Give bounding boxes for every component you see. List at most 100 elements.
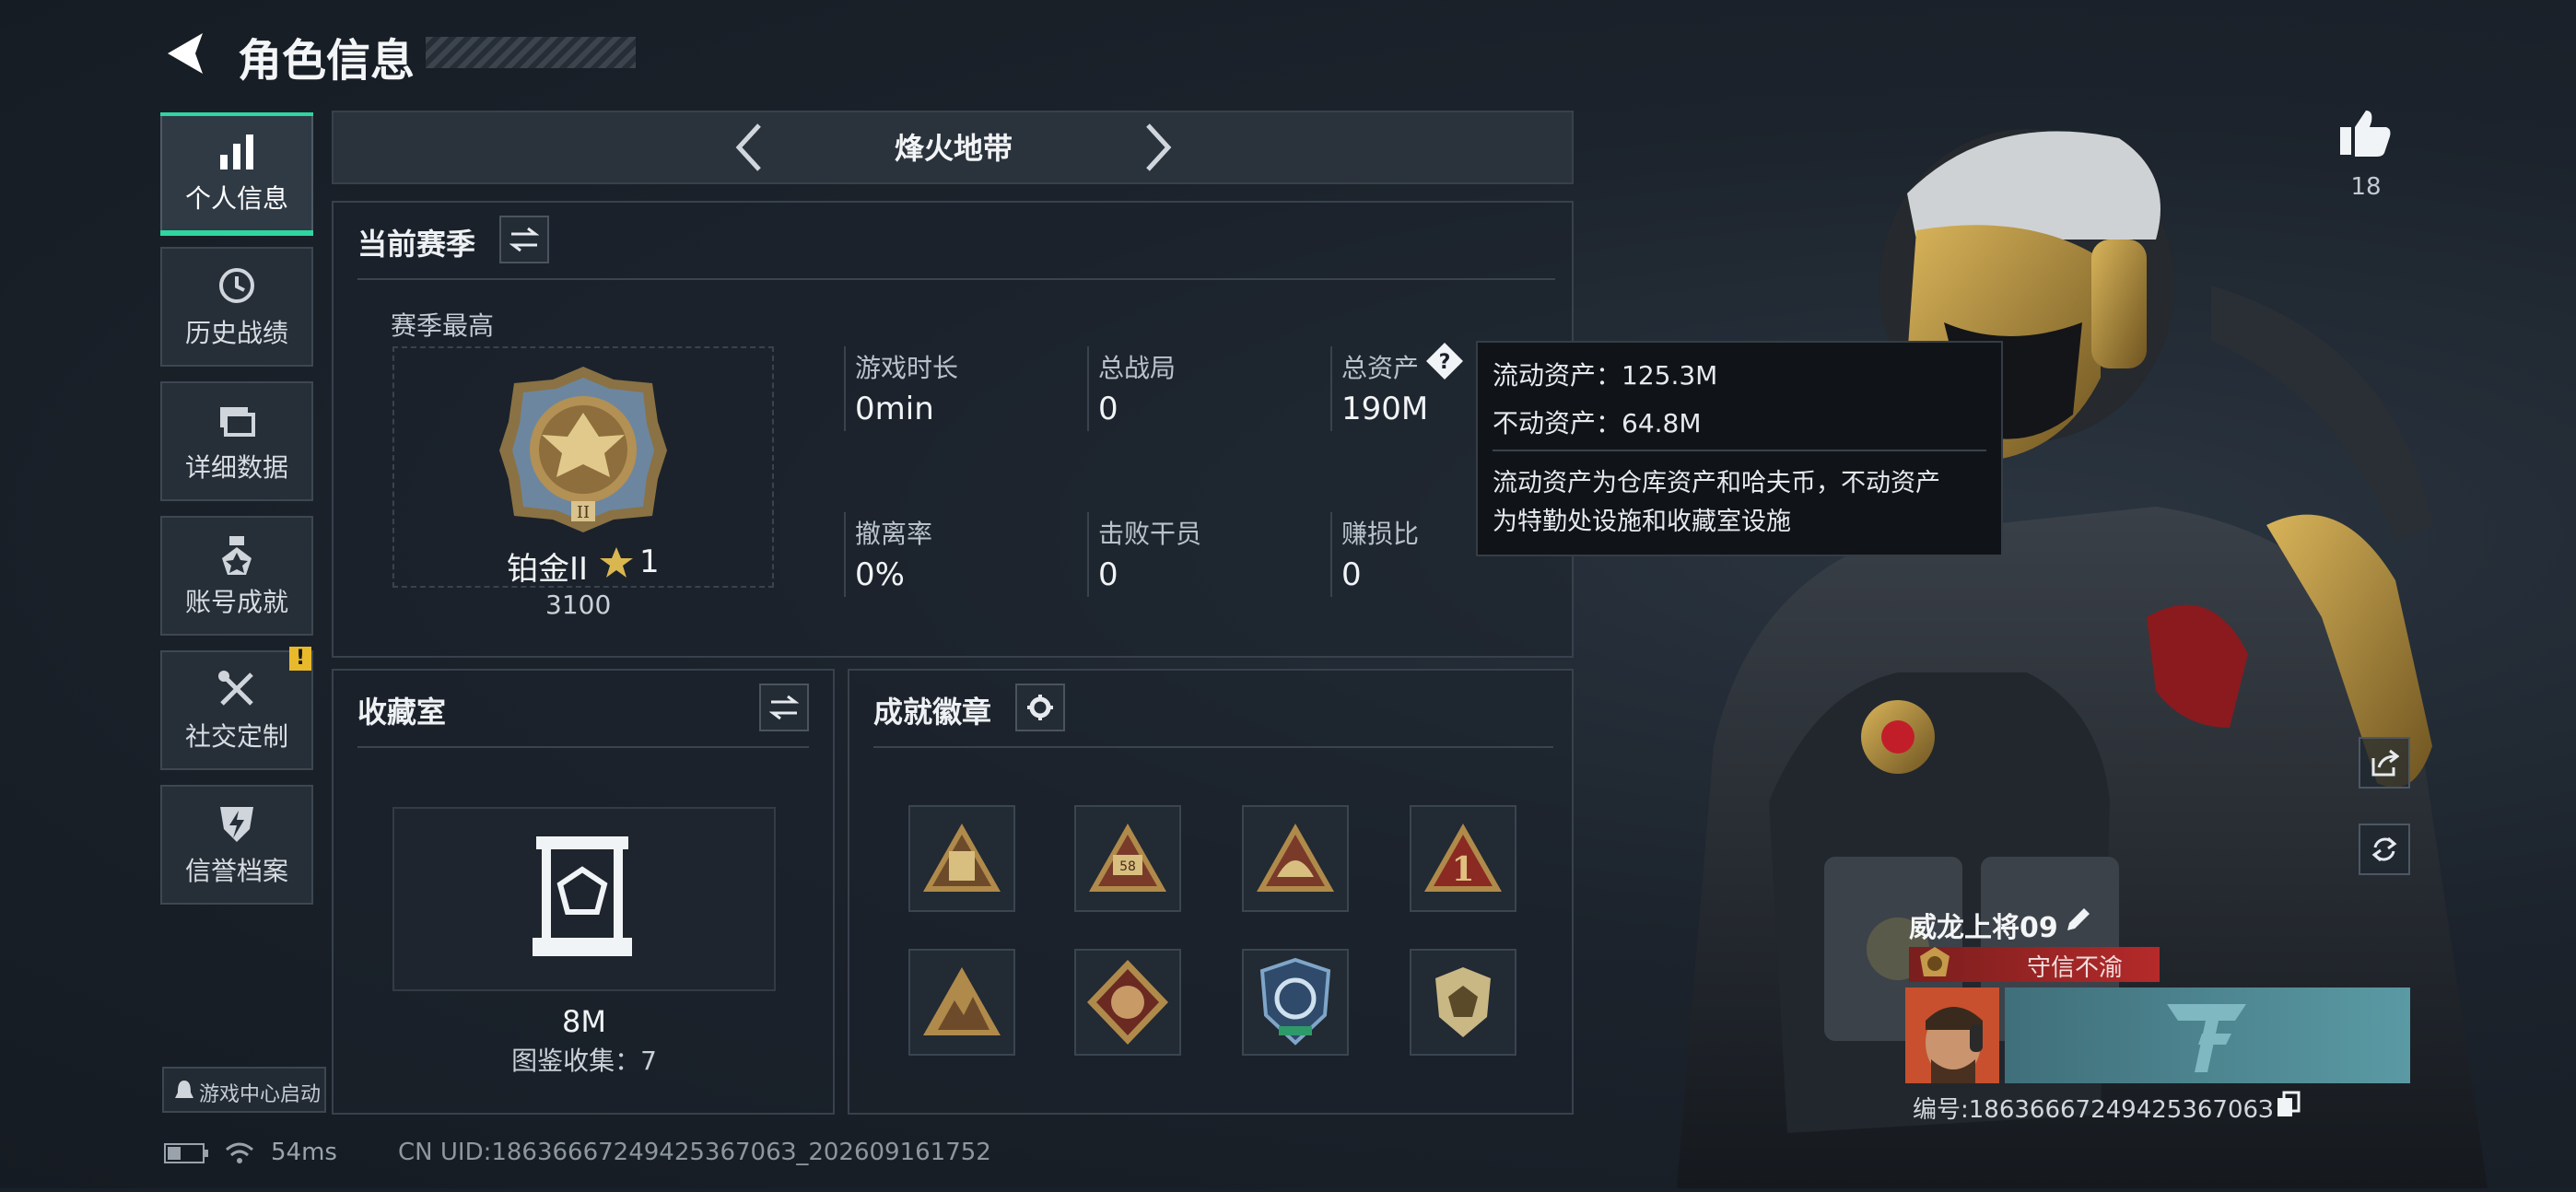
pencil-icon bbox=[2067, 908, 2090, 930]
game-center-launch-button[interactable]: 游戏中心启动 bbox=[162, 1067, 326, 1113]
achievement-badge[interactable] bbox=[908, 949, 1015, 1056]
collection-count: 图鉴收集：7 bbox=[511, 1046, 657, 1076]
bell-icon bbox=[173, 1078, 195, 1107]
nav-label: 社交定制 bbox=[184, 721, 288, 752]
stat-divider bbox=[1330, 512, 1332, 597]
stat-divider bbox=[1087, 346, 1089, 431]
player-id: 编号:1863666724942536706З bbox=[1913, 1096, 2274, 1124]
stat-value: 190M bbox=[1341, 391, 1429, 427]
back-arrow-icon bbox=[168, 33, 203, 74]
number-1-badge-icon: 1 bbox=[1424, 824, 1502, 892]
share-button[interactable] bbox=[2359, 737, 2410, 789]
refresh-icon bbox=[2371, 836, 2397, 862]
achievement-badge[interactable] bbox=[1410, 949, 1516, 1056]
nav-alert-badge: ! bbox=[289, 647, 311, 671]
like-count: 18 bbox=[2350, 173, 2382, 201]
nav-reputation[interactable]: 信誉档案 bbox=[160, 785, 313, 905]
svg-text:1: 1 bbox=[1451, 850, 1474, 889]
nav-detailed-data[interactable]: 详细数据 bbox=[160, 381, 313, 501]
page-title: 角色信息 bbox=[238, 35, 416, 87]
copy-id-button[interactable] bbox=[2276, 1091, 2301, 1122]
dragon-badge-icon bbox=[1087, 960, 1168, 1045]
achievement-badge[interactable] bbox=[1242, 949, 1349, 1056]
achievement-badge[interactable] bbox=[908, 805, 1015, 912]
tooltip-fixed-assets: 不动资产：64.8M bbox=[1493, 408, 1702, 438]
chevron-right-icon bbox=[1146, 123, 1172, 171]
number-58-badge-icon: 58 bbox=[1089, 824, 1166, 892]
medal-icon bbox=[217, 534, 257, 582]
chevron-left-icon bbox=[735, 123, 761, 171]
back-button[interactable] bbox=[162, 28, 210, 79]
like-button[interactable] bbox=[2338, 107, 2392, 162]
hourglass-badge-icon bbox=[923, 824, 1001, 892]
stat-label: 总资产 bbox=[1341, 353, 1420, 383]
shield-bolt-icon bbox=[217, 803, 257, 849]
nav-personal-info[interactable]: 个人信息 bbox=[160, 112, 313, 236]
collection-switch-button[interactable] bbox=[759, 684, 809, 731]
ping-value: 54ms bbox=[271, 1139, 337, 1166]
badges-title: 成就徽章 bbox=[873, 695, 992, 730]
title-badge-text: 守信不渝 bbox=[2027, 954, 2124, 982]
stat-value: 0 bbox=[1341, 556, 1362, 593]
question-diamond-icon: ? bbox=[1426, 343, 1463, 380]
svg-text:58: 58 bbox=[1119, 859, 1136, 874]
svg-text:II: II bbox=[577, 503, 590, 522]
mountain-badge-icon bbox=[923, 967, 1001, 1035]
stat-divider bbox=[1087, 512, 1089, 597]
stat-divider bbox=[844, 346, 846, 431]
tooltip-desc-line2: 为特勤处设施和收藏室设施 bbox=[1493, 508, 1791, 536]
stat-label: 游戏时长 bbox=[855, 353, 959, 383]
nav-history[interactable]: 历史战绩 bbox=[160, 247, 313, 367]
swap-icon bbox=[769, 695, 799, 720]
uid-text: CN UID:1863666724942536706З_202609161752 bbox=[398, 1139, 991, 1166]
star-icon bbox=[599, 545, 634, 584]
nav-label: 历史战绩 bbox=[184, 318, 288, 348]
mode-prev-button[interactable] bbox=[728, 118, 768, 177]
stat-divider bbox=[844, 512, 846, 597]
gem-shield-badge-icon bbox=[1435, 967, 1491, 1037]
history-clock-icon bbox=[217, 265, 257, 310]
bar-chart-icon bbox=[217, 131, 257, 175]
refresh-button[interactable] bbox=[2359, 824, 2410, 875]
stat-value: 0 bbox=[1098, 556, 1118, 593]
player-avatar[interactable] bbox=[1905, 987, 1999, 1083]
achievement-badge[interactable] bbox=[1074, 949, 1181, 1056]
avatar-face bbox=[1905, 987, 1999, 1083]
achievement-badge[interactable]: 58 bbox=[1074, 805, 1181, 912]
folder-stack-icon bbox=[217, 400, 257, 444]
tooltip-divider bbox=[1493, 450, 1986, 451]
stat-label: 击败干员 bbox=[1098, 519, 1202, 549]
nav-label: 个人信息 bbox=[184, 183, 288, 214]
gear-icon bbox=[1027, 695, 1053, 720]
helmet-badge-icon bbox=[1257, 824, 1334, 892]
battery-icon bbox=[164, 1142, 210, 1168]
season-divider bbox=[357, 278, 1555, 280]
achievement-badge[interactable]: 1 bbox=[1410, 805, 1516, 912]
profile-banner bbox=[2005, 987, 2410, 1083]
edit-name-button[interactable] bbox=[2064, 905, 2093, 938]
stat-label: 赚损比 bbox=[1341, 519, 1420, 549]
copy-icon bbox=[2277, 1091, 2301, 1116]
tooltip-liquid-assets: 流动资产：125.3M bbox=[1493, 360, 1718, 391]
season-best-label: 赛季最高 bbox=[391, 310, 495, 341]
rank-stars: 1 bbox=[639, 543, 660, 580]
badges-settings-button[interactable] bbox=[1015, 684, 1065, 731]
total-assets-help-button[interactable]: ? bbox=[1424, 341, 1465, 385]
tooltip-desc-line1: 流动资产为仓库资产和哈夫币，不动资产 bbox=[1493, 469, 1940, 497]
nav-label: 信誉档案 bbox=[184, 856, 288, 886]
nav-active-indicator bbox=[160, 112, 313, 116]
stat-value: 0 bbox=[1098, 391, 1118, 427]
rank-score: 3100 bbox=[545, 590, 612, 620]
share-icon bbox=[2371, 749, 2399, 777]
achievement-badge[interactable] bbox=[1242, 805, 1349, 912]
wifi-icon bbox=[223, 1139, 256, 1170]
season-switch-button[interactable] bbox=[499, 216, 549, 263]
mode-name: 烽火地带 bbox=[894, 131, 1013, 166]
collection-value: 8M bbox=[562, 1004, 606, 1039]
rank-name: 铂金II bbox=[507, 551, 589, 588]
mode-next-button[interactable] bbox=[1139, 118, 1179, 177]
display-case-icon bbox=[531, 833, 634, 965]
tools-icon bbox=[217, 669, 257, 713]
nav-achievements[interactable]: 账号成就 bbox=[160, 516, 313, 636]
assets-tooltip: 流动资产：125.3M 不动资产：64.8M 流动资产为仓库资产和哈夫币，不动资… bbox=[1476, 341, 2003, 556]
